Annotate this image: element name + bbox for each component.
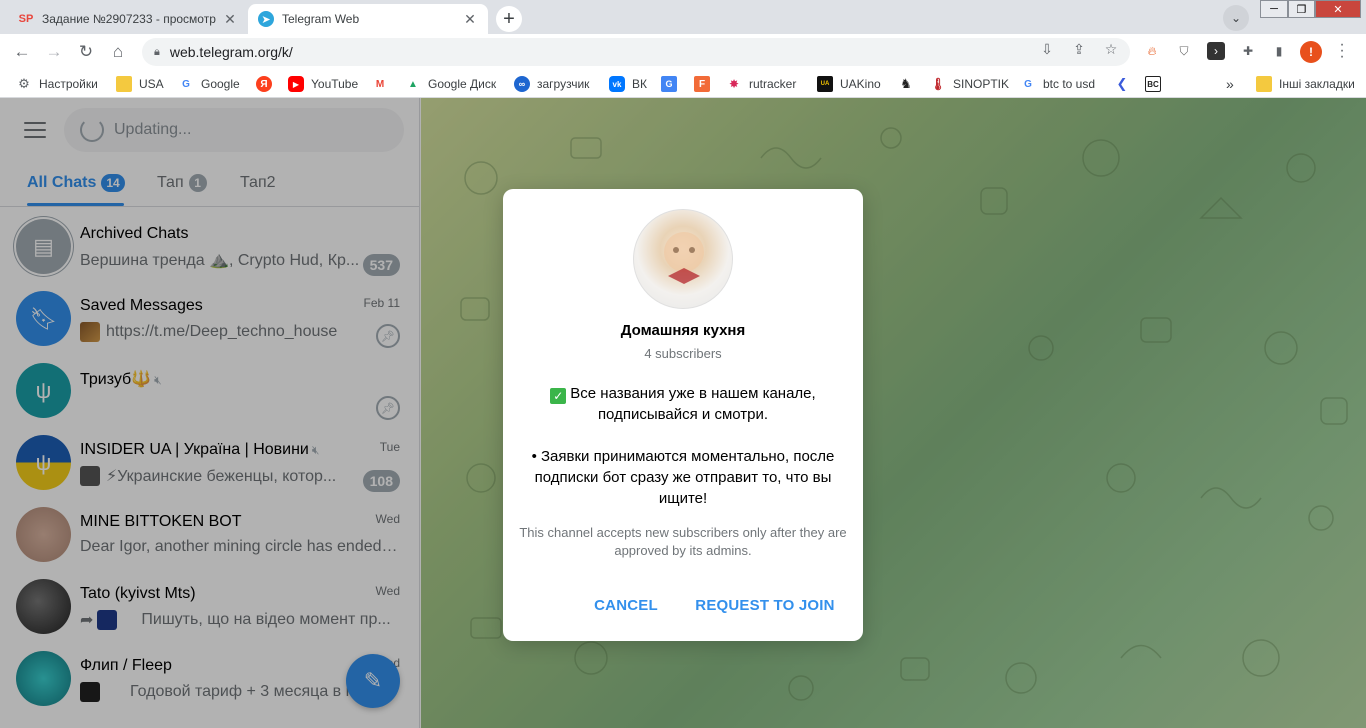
lock-icon: 🔒︎ [154, 45, 160, 58]
channel-avatar [633, 209, 733, 309]
translate-icon: G [661, 76, 677, 92]
tab-title: Telegram Web [282, 12, 360, 26]
close-icon[interactable]: ✕ [462, 11, 478, 28]
puzzle-icon[interactable]: ✚ [1239, 42, 1257, 60]
menu-icon[interactable]: · · · [1336, 37, 1348, 65]
bookmark-label: Google Диск [428, 77, 497, 91]
bookmark-usa[interactable]: USA [116, 76, 164, 92]
tab-search-button[interactable]: ⌄ [1223, 5, 1249, 31]
minimize-button[interactable]: ─ [1260, 0, 1288, 18]
join-channel-dialog: Домашняя кухня 4 subscribers ✓ Все назван… [503, 189, 863, 641]
bookmark-label: UAKino [840, 77, 881, 91]
bookmark-google[interactable]: G Google [178, 76, 240, 92]
bookmark-settings[interactable]: ⚙ Настройки [16, 76, 98, 92]
bookmark-drive[interactable]: ▲ Google Диск [405, 76, 496, 92]
rutracker-icon: ✸ [728, 77, 740, 91]
check-icon: ✓ [550, 388, 567, 404]
more-bookmarks-icon[interactable]: » [1226, 76, 1234, 92]
subscribers-count: 4 subscribers [644, 346, 722, 361]
sp-icon: SP [18, 13, 34, 25]
tab-telegram[interactable]: ➤ Telegram Web ✕ [248, 4, 488, 34]
share-icon[interactable]: ⇪ [1070, 41, 1088, 58]
new-tab-button[interactable]: + [496, 6, 522, 32]
folder-icon [116, 76, 132, 92]
loader-icon: ∞ [514, 76, 530, 92]
bc-icon: BC [1145, 76, 1161, 92]
tab-title: Задание №2907233 - просмотр [42, 12, 216, 26]
star-icon[interactable]: ☆ [1102, 41, 1120, 58]
f-icon: F [694, 76, 710, 92]
bookmark-label: загрузчик [537, 77, 590, 91]
approval-note: This channel accepts new subscribers onl… [519, 525, 847, 558]
arrow-icon: ❮ [1116, 76, 1128, 91]
bookmark-vk[interactable]: vk ВК [609, 76, 647, 92]
channel-avatar-image [664, 232, 704, 284]
vk-icon: vk [609, 76, 625, 92]
yandex-icon: Я [256, 76, 272, 92]
bookmark-loader[interactable]: ∞ загрузчик [514, 76, 589, 92]
chess-icon: ♞ [900, 76, 912, 91]
bookmark-label: Google [201, 77, 240, 91]
drive-icon: ▲ [408, 78, 418, 90]
cancel-button[interactable]: CANCEL [589, 587, 663, 623]
reload-button[interactable]: ↻ [74, 40, 98, 64]
bookmark-rutracker[interactable]: ✸ rutracker [726, 76, 796, 92]
bookmark-arrow[interactable]: ❮ [1114, 76, 1137, 92]
channel-description: ✓ Все названия уже в нашем канале, подпис… [531, 385, 835, 507]
folder-icon [1256, 76, 1272, 92]
back-button[interactable]: ← [10, 40, 34, 64]
request-to-join-button[interactable]: REQUEST TO JOIN [693, 587, 837, 623]
google-icon: G [1024, 78, 1032, 90]
address-bar[interactable]: 🔒︎ web.telegram.org/k/ [142, 38, 1130, 66]
bookmark-btc[interactable]: G btc to usd [1020, 76, 1095, 92]
bookmark-label: Настройки [39, 77, 98, 91]
bookmark-translate[interactable]: G [661, 76, 684, 92]
home-button[interactable]: ⌂ [106, 40, 130, 64]
browser-toolbar: ← → ↻ ⌂ 🔒︎ web.telegram.org/k/ ⇩ ⇪ ☆ 🔥︎ … [0, 34, 1366, 70]
bookmark-label: Інші закладки [1279, 77, 1355, 91]
bookmark-label: rutracker [749, 77, 797, 91]
bookmark-label: USA [139, 77, 164, 91]
bookmark-sinoptik[interactable]: 🌡︎ SINOPTIK [930, 76, 1009, 92]
uakino-icon: UA [817, 76, 833, 92]
bookmark-label: btc to usd [1043, 77, 1096, 91]
bookmark-youtube[interactable]: ▶ YouTube [288, 76, 358, 92]
window-close-button[interactable]: ✕ [1315, 0, 1361, 18]
bookmark-label: YouTube [311, 77, 359, 91]
browser-tabbar: SP Задание №2907233 - просмотр ✕ ➤ Teleg… [0, 0, 1366, 34]
bookmark-bc[interactable]: BC [1145, 76, 1168, 92]
bookmark-label: ВК [632, 77, 647, 91]
gear-icon: ⚙ [18, 76, 30, 91]
bookmark-yandex[interactable]: Я [256, 76, 279, 92]
shield-extension-icon[interactable]: ⛉ [1175, 42, 1193, 60]
telegram-icon: ➤ [258, 11, 274, 27]
telegram-app: Updating... All Chats 14 Тап 1 Тап2 ▤ Ar… [0, 98, 1366, 728]
bookmark-uakino[interactable]: UA UAKino [817, 76, 881, 92]
bookmark-f[interactable]: F [694, 76, 717, 92]
google-icon: G [182, 78, 190, 90]
bookmark-chess[interactable]: ♞ [898, 76, 921, 92]
forward-button[interactable]: → [42, 40, 66, 64]
bookmarks-bar: ⚙ Настройки USA G Google Я ▶ YouTube M ▲… [0, 70, 1366, 98]
profile-avatar[interactable]: ! [1300, 41, 1322, 63]
flame-extension-icon[interactable]: 🔥︎ [1143, 42, 1161, 60]
bookmark-label: SINOPTIK [953, 77, 1010, 91]
sidepanel-icon[interactable]: ▮ [1270, 42, 1288, 60]
channel-title: Домашняя кухня [620, 322, 746, 339]
bookmark-gmail[interactable]: M [372, 76, 395, 92]
youtube-icon: ▶ [288, 76, 304, 92]
gmail-icon: M [375, 78, 385, 90]
maximize-button[interactable]: ❐ [1288, 0, 1315, 18]
bookmark-other[interactable]: Інші закладки [1256, 76, 1355, 92]
terminal-extension-icon[interactable]: › [1207, 42, 1225, 60]
url-text: web.telegram.org/k/ [169, 44, 293, 60]
close-icon[interactable]: ✕ [222, 11, 238, 28]
install-icon[interactable]: ⇩ [1038, 41, 1056, 58]
tab-zadanie[interactable]: SP Задание №2907233 - просмотр ✕ [8, 4, 248, 34]
thermometer-icon: 🌡︎ [930, 77, 946, 91]
